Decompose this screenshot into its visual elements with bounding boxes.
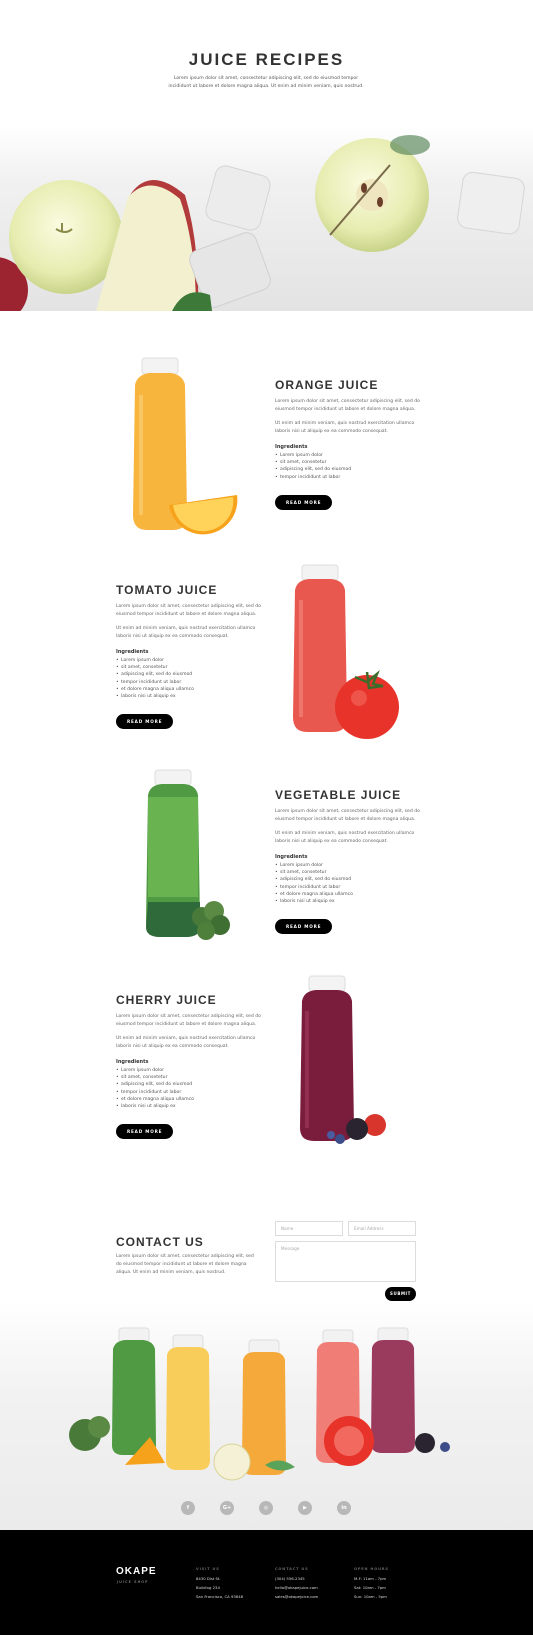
- list-item: et dolore magna aliqua ullamco: [275, 891, 425, 898]
- list-item: laboris nisi ut aliquip ex: [116, 1103, 266, 1110]
- ingredients-label: Ingredients: [275, 444, 308, 450]
- list-item: adipiscing elit, sed do eiusmod: [275, 466, 425, 473]
- recipe-description-2: Ut enim ad minim veniam, quis nostrud ex…: [116, 1036, 256, 1049]
- ingredients-label: Ingredients: [275, 854, 308, 860]
- linkedin-icon[interactable]: in: [337, 1501, 351, 1515]
- message-field[interactable]: Message: [275, 1241, 416, 1282]
- footer-heading: CONTACT US: [275, 1567, 309, 1571]
- footer-contact-column: CONTACT US (304) 556-2345 hello@okapejui…: [275, 1567, 318, 1601]
- list-item: Lorem ipsum dolor: [116, 657, 266, 664]
- logo-subtitle: JUICE SHOP: [117, 1580, 149, 1584]
- youtube-icon[interactable]: ▶: [298, 1501, 312, 1515]
- footer-heading: OPEN HOURS: [354, 1567, 389, 1571]
- read-more-button[interactable]: READ MORE: [275, 919, 333, 935]
- hero-description: Lorem ipsum dolor sit amet, consectetur …: [168, 76, 364, 89]
- contact-description: Lorem ipsum dolor sit amet, consectetur …: [116, 1254, 254, 1275]
- footer-line: 8430 Dist St.: [196, 1576, 221, 1581]
- logo[interactable]: OKAPE: [116, 1566, 157, 1577]
- orange-juice-image: [125, 355, 245, 539]
- footer-line: San Francisco, CA 93848: [196, 1594, 244, 1599]
- read-more-button[interactable]: READ MORE: [116, 714, 174, 730]
- ingredients-list: Lorem ipsum dolor sit amet, consetetur a…: [275, 452, 425, 481]
- recipe-description-2: Ut enim ad minim veniam, quis nostrud ex…: [116, 626, 256, 639]
- recipe-description-2: Ut enim ad minim veniam, quis nostrud ex…: [275, 831, 415, 844]
- list-item: Lorem ipsum dolor: [275, 862, 425, 869]
- contact-title: CONTACT US: [116, 1235, 204, 1249]
- recipe-description-2: Ut enim ad minim veniam, quis nostrud ex…: [275, 421, 415, 434]
- ingredients-list: Lorem ipsum dolor sit amet, consetetur a…: [116, 1067, 266, 1110]
- list-item: sit amet, consetetur: [275, 869, 425, 876]
- recipe-title: CHERRY JUICE: [116, 993, 217, 1007]
- footer-line: M-F: 11am - 7pm: [354, 1576, 387, 1581]
- footer-line: Sat: 10am - 7pm: [354, 1585, 386, 1590]
- hero-banner-image: [0, 125, 533, 311]
- list-item: tempor incididunt ut labor: [116, 1089, 266, 1096]
- footer-line: Sun: 10am - 5pm: [354, 1594, 387, 1599]
- list-item: adipiscing elit, sed do eiusmod: [275, 876, 425, 883]
- instagram-icon[interactable]: ◎: [259, 1501, 273, 1515]
- footer: [0, 1530, 533, 1635]
- ingredients-label: Ingredients: [116, 1059, 149, 1065]
- footer-line: Building 234: [196, 1585, 220, 1590]
- ingredients-list: Lorem ipsum dolor sit amet, consetetur a…: [275, 862, 425, 905]
- read-more-button[interactable]: READ MORE: [116, 1124, 174, 1140]
- footer-email[interactable]: hello@okapejuice.com: [275, 1583, 318, 1592]
- footer-email[interactable]: sales@okapejuice.com: [275, 1592, 318, 1601]
- name-placeholder: Name: [281, 1226, 294, 1231]
- list-item: laboris nisi ut aliquip ex: [275, 898, 425, 905]
- tomato-juice-image: [285, 562, 405, 746]
- recipe-description: Lorem ipsum dolor sit amet, consectetur …: [116, 1014, 261, 1027]
- list-item: sit amet, consetetur: [275, 459, 425, 466]
- name-field[interactable]: Name: [275, 1221, 343, 1236]
- footer-hours-column: OPEN HOURS M-F: 11am - 7pm Sat: 10am - 7…: [354, 1567, 389, 1601]
- list-item: et dolore magna aliqua ullamco: [116, 1096, 266, 1103]
- email-field[interactable]: Email Address: [348, 1221, 416, 1236]
- list-item: adipiscing elit, sed do eiusmod: [116, 671, 266, 678]
- list-item: adipiscing elit, sed do eiusmod: [116, 1081, 266, 1088]
- cherry-juice-image: [295, 973, 395, 1157]
- google-plus-icon[interactable]: G+: [220, 1501, 234, 1515]
- footer-phone[interactable]: (304) 556-2345: [275, 1574, 318, 1583]
- list-item: sit amet, consetetur: [116, 1074, 266, 1081]
- list-item: tempor incididunt ut labor: [275, 474, 425, 481]
- recipe-title: ORANGE JUICE: [275, 378, 379, 392]
- footer-visit-column: VISIT US 8430 Dist St. Building 234 San …: [196, 1567, 243, 1601]
- juice-lineup-image: [55, 1325, 465, 1489]
- recipe-description: Lorem ipsum dolor sit amet, consectetur …: [275, 809, 420, 822]
- list-item: Lorem ipsum dolor: [275, 452, 425, 459]
- recipe-title: TOMATO JUICE: [116, 583, 218, 597]
- list-item: Lorem ipsum dolor: [116, 1067, 266, 1074]
- recipe-title: VEGETABLE JUICE: [275, 788, 402, 802]
- list-item: et dolore magna aliqua ullamco: [116, 686, 266, 693]
- page-title: JUICE RECIPES: [188, 50, 345, 69]
- facebook-icon[interactable]: f: [181, 1501, 195, 1515]
- footer-heading: VISIT US: [196, 1567, 220, 1571]
- email-placeholder: Email Address: [354, 1226, 384, 1231]
- list-item: laboris nisi ut aliquip ex: [116, 693, 266, 700]
- read-more-button[interactable]: READ MORE: [275, 494, 333, 510]
- ingredients-list: Lorem ipsum dolor sit amet, consetetur a…: [116, 657, 266, 700]
- recipe-description: Lorem ipsum dolor sit amet, consectetur …: [116, 604, 261, 617]
- vegetable-juice-image: [140, 767, 240, 951]
- submit-button[interactable]: SUBMIT: [385, 1287, 416, 1301]
- message-placeholder: Message: [281, 1246, 300, 1251]
- recipe-description: Lorem ipsum dolor sit amet, consectetur …: [275, 399, 420, 412]
- list-item: tempor incididunt ut labor: [116, 679, 266, 686]
- list-item: sit amet, consetetur: [116, 664, 266, 671]
- list-item: tempor incididunt ut labor: [275, 884, 425, 891]
- ingredients-label: Ingredients: [116, 649, 149, 655]
